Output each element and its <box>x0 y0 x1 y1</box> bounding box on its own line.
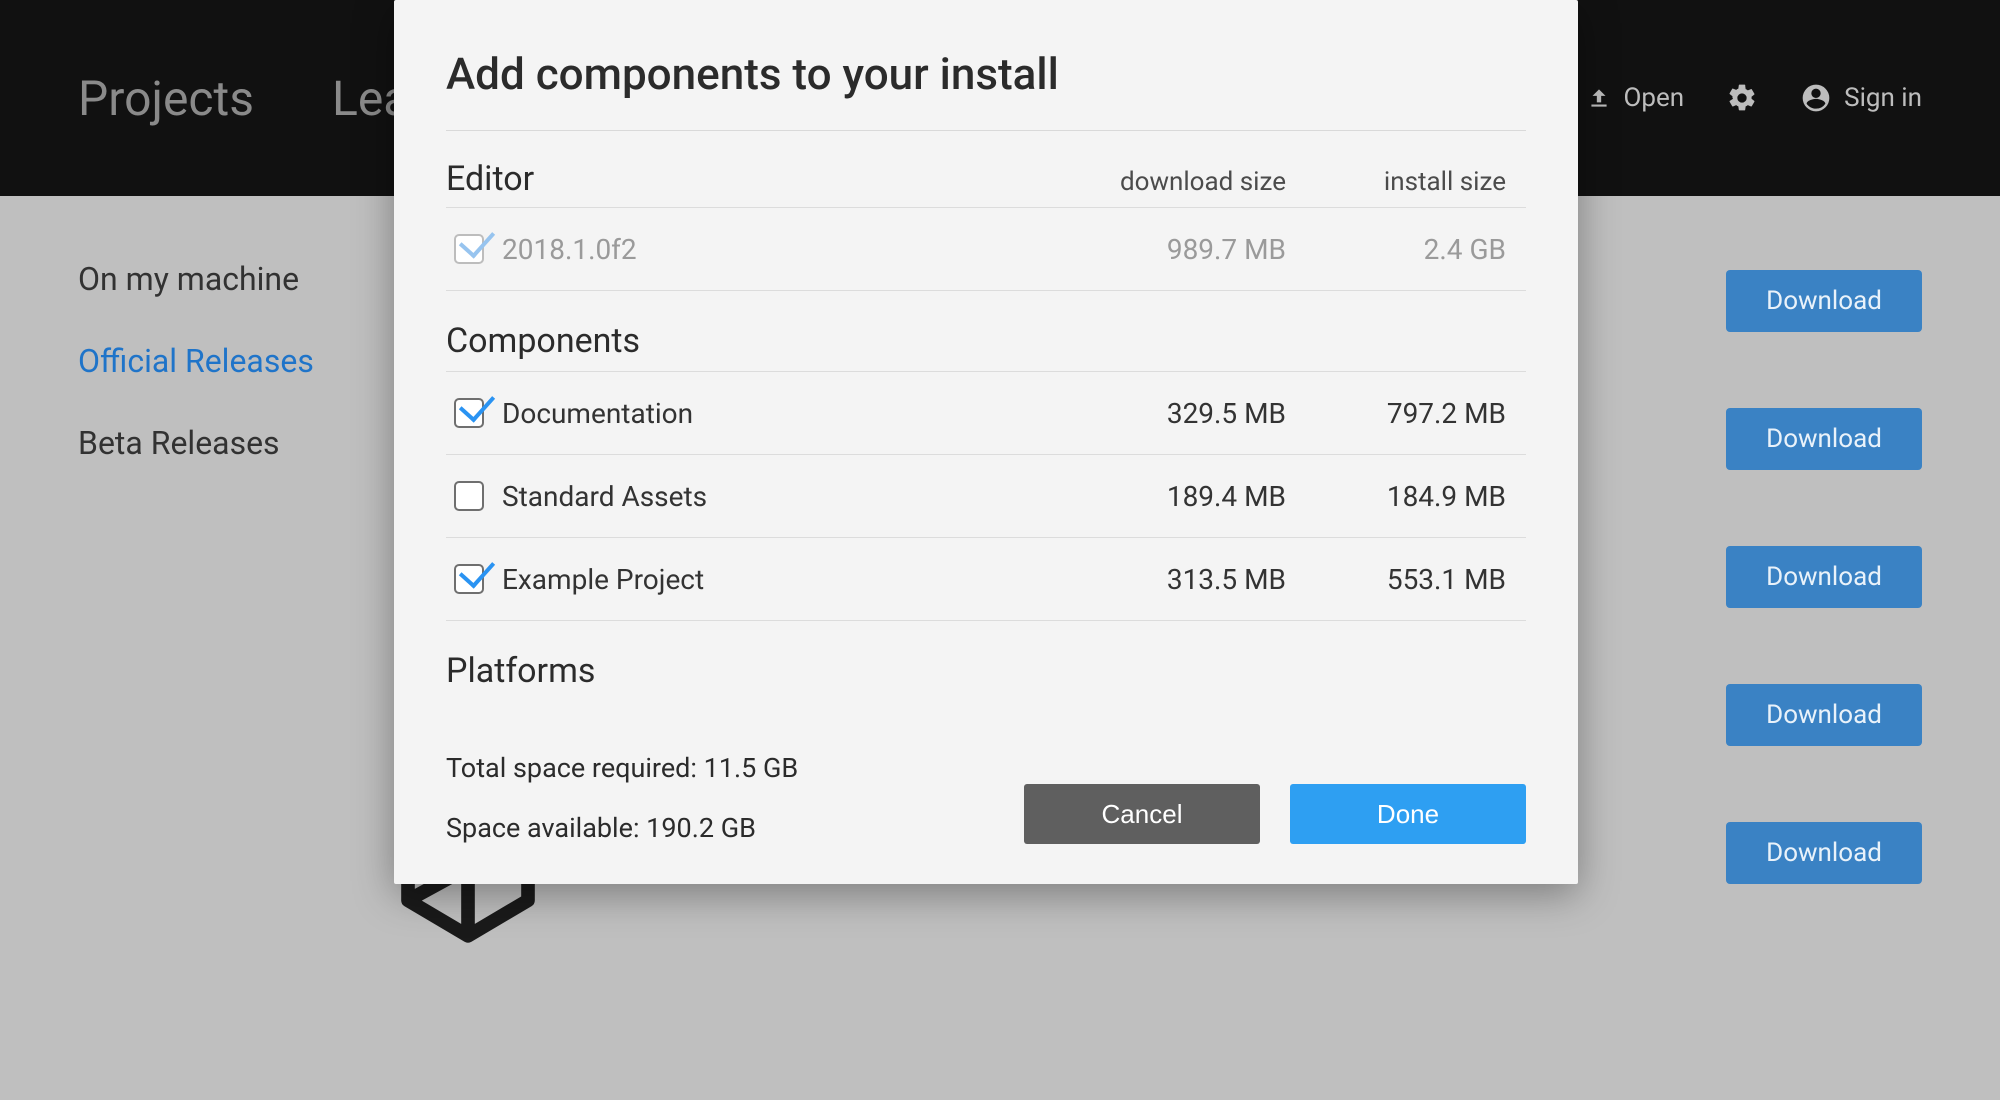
component-install-size: 184.9 MB <box>1306 480 1526 513</box>
editor-checkbox <box>454 234 484 264</box>
modal-title: Add components to your install <box>446 48 1526 100</box>
component-download-size: 313.5 MB <box>1046 563 1306 596</box>
component-row: Standard Assets 189.4 MB 184.9 MB <box>446 455 1526 537</box>
done-button[interactable]: Done <box>1290 784 1526 844</box>
editor-row: 2018.1.0f2 989.7 MB 2.4 GB <box>446 208 1526 290</box>
component-checkbox[interactable] <box>454 481 484 511</box>
components-section-title: Components <box>446 321 1526 361</box>
add-components-modal: Add components to your install Editor do… <box>394 0 1578 884</box>
space-available: Space available: 190.2 GB <box>446 812 798 844</box>
editor-version: 2018.1.0f2 <box>502 233 637 266</box>
modal-footer: Total space required: 11.5 GB Space avai… <box>446 752 1526 844</box>
col-install-size: install size <box>1306 167 1526 197</box>
component-name: Standard Assets <box>502 480 707 513</box>
editor-install-size: 2.4 GB <box>1306 233 1526 266</box>
editor-section-title: Editor <box>446 159 1046 199</box>
component-checkbox[interactable] <box>454 398 484 428</box>
component-download-size: 189.4 MB <box>1046 480 1306 513</box>
editor-download-size: 989.7 MB <box>1046 233 1306 266</box>
component-install-size: 553.1 MB <box>1306 563 1526 596</box>
component-name: Example Project <box>502 563 704 596</box>
component-name: Documentation <box>502 397 693 430</box>
component-install-size: 797.2 MB <box>1306 397 1526 430</box>
component-row: Example Project 313.5 MB 553.1 MB <box>446 538 1526 620</box>
cancel-button[interactable]: Cancel <box>1024 784 1260 844</box>
col-download-size: download size <box>1046 167 1306 197</box>
component-row: Documentation 329.5 MB 797.2 MB <box>446 372 1526 454</box>
platforms-section-title: Platforms <box>446 651 1526 691</box>
editor-section-header: Editor download size install size <box>446 159 1526 199</box>
total-space-required: Total space required: 11.5 GB <box>446 752 798 784</box>
component-download-size: 329.5 MB <box>1046 397 1306 430</box>
component-checkbox[interactable] <box>454 564 484 594</box>
